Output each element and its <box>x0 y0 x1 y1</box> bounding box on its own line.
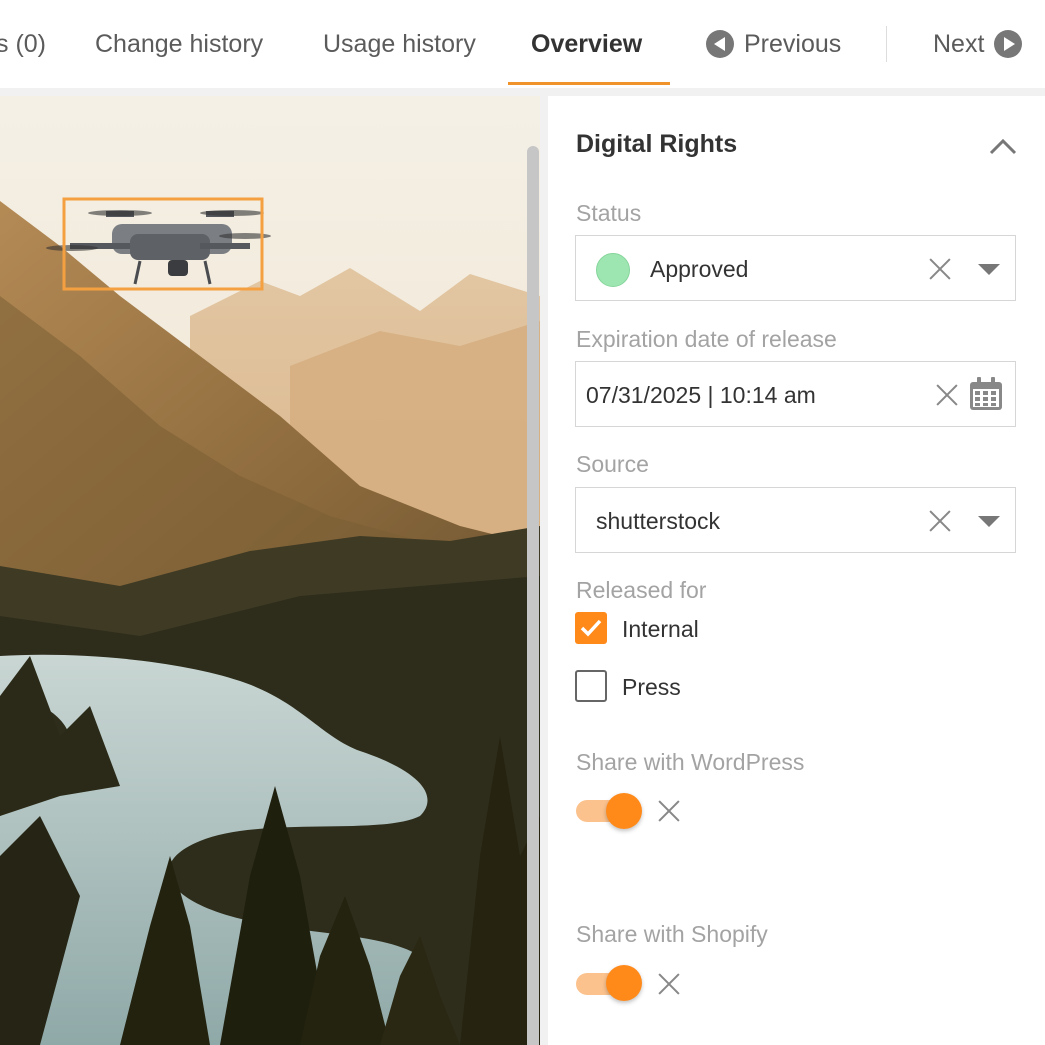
internal-checkbox[interactable] <box>575 612 607 644</box>
nav-divider <box>886 26 887 62</box>
tab-bar: s (0) Change history Usage history Overv… <box>0 0 1045 88</box>
arrow-left-circle-icon <box>706 30 734 58</box>
status-select[interactable]: Approved <box>575 235 1016 301</box>
close-icon[interactable] <box>658 800 680 822</box>
wordpress-toggle-knob[interactable] <box>606 793 642 829</box>
close-icon[interactable] <box>658 973 680 995</box>
previous-button[interactable]: Previous <box>706 0 841 88</box>
calendar-icon[interactable] <box>969 377 1003 411</box>
tab-change-history[interactable]: Change history <box>95 0 263 88</box>
internal-label: Internal <box>622 616 699 642</box>
close-icon[interactable] <box>929 258 951 280</box>
previous-label: Previous <box>744 29 842 58</box>
image-scrollbar[interactable] <box>527 146 539 1045</box>
released-for-label: Released for <box>576 577 707 603</box>
press-label: Press <box>622 674 681 700</box>
shopify-toggle-knob[interactable] <box>606 965 642 1001</box>
source-label: Source <box>576 451 649 477</box>
close-icon[interactable] <box>929 510 951 532</box>
panel-title: Digital Rights <box>576 130 738 158</box>
status-color-dot <box>596 253 630 287</box>
tab-overview[interactable]: Overview <box>531 0 642 88</box>
chevron-down-icon[interactable] <box>978 516 1000 527</box>
shopify-label: Share with Shopify <box>576 921 768 947</box>
status-label: Status <box>576 200 642 226</box>
chevron-up-icon[interactable] <box>989 136 1017 156</box>
next-button[interactable]: Next <box>933 0 1023 88</box>
tab-bar-divider <box>0 88 1045 96</box>
status-value: Approved <box>650 255 749 282</box>
wordpress-label: Share with WordPress <box>576 749 805 775</box>
source-select[interactable]: shutterstock <box>575 487 1016 553</box>
expiration-date-input[interactable]: 07/31/2025 | 10:14 am <box>575 361 1016 427</box>
source-value: shutterstock <box>596 507 720 534</box>
image-preview[interactable] <box>0 96 540 1045</box>
digital-rights-panel: Digital Rights Status Approved Expiratio… <box>548 96 1045 1045</box>
checkmark-icon <box>580 619 602 637</box>
landscape-image <box>0 96 540 1045</box>
expiration-label: Expiration date of release <box>576 326 837 352</box>
close-icon[interactable] <box>936 384 958 406</box>
active-tab-indicator <box>508 82 670 85</box>
tab-usage-history[interactable]: Usage history <box>323 0 476 88</box>
press-checkbox[interactable] <box>575 670 607 702</box>
panel-divider <box>540 96 548 1045</box>
tab-comments[interactable]: s (0) <box>0 0 46 88</box>
chevron-down-icon[interactable] <box>978 264 1000 275</box>
arrow-right-circle-icon <box>994 30 1023 58</box>
expiration-value: 07/31/2025 | 10:14 am <box>586 381 816 408</box>
next-label: Next <box>933 29 985 58</box>
